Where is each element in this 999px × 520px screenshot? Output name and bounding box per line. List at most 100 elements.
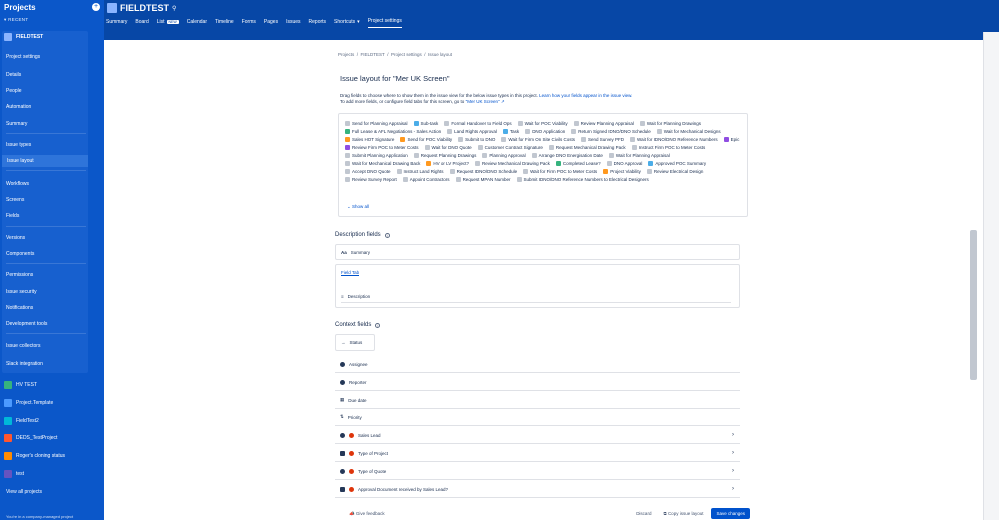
- sidebar-item-permissions[interactable]: Permissions: [6, 272, 33, 278]
- issue-type-item: Return Signed IDNO/DNO Schedule: [571, 127, 651, 135]
- screen-link[interactable]: "Mer UK Screen": [466, 99, 500, 104]
- issue-type-item: Submit IDNO/DNO Reference Numbers to Ele…: [516, 175, 649, 183]
- tab-pages[interactable]: Pages: [264, 18, 278, 28]
- sidebar-header: Projects +: [0, 0, 104, 14]
- page-title: Issue layout for "Mer UK Screen": [340, 74, 450, 83]
- issue-type-icon: [630, 136, 636, 142]
- sidebar-item-project-settings[interactable]: Project settings: [6, 54, 40, 60]
- context-fields-heading: Context fields i: [335, 322, 381, 328]
- sidebar-project-test[interactable]: test: [4, 470, 24, 478]
- button-label: Discard: [636, 511, 652, 516]
- issue-type-item: Submit to DNO: [458, 135, 495, 143]
- sidebar-item-slack-integration[interactable]: Slack integration: [6, 361, 43, 367]
- tab-calendar[interactable]: Calendar: [187, 18, 207, 28]
- arrow-right-icon: →: [341, 340, 346, 345]
- context-row-assignee[interactable]: Assignee: [335, 356, 740, 373]
- field-label: Description: [347, 294, 371, 299]
- context-row-reporter[interactable]: Reporter: [335, 374, 740, 391]
- sidebar-item-development-tools[interactable]: Development tools: [6, 321, 47, 327]
- sidebar-project-template[interactable]: Project.Template: [4, 399, 53, 407]
- sidebar-item-people[interactable]: People: [6, 88, 22, 94]
- current-project[interactable]: FIELDTEST: [4, 33, 43, 41]
- add-project-icon[interactable]: +: [92, 3, 100, 11]
- learn-more-link[interactable]: Learn how your fields appear in the issu…: [539, 93, 632, 98]
- issue-type-icon: [631, 144, 637, 150]
- issue-type-label: Wait for Firm POC to Meter Costs: [530, 168, 598, 174]
- issue-type-item: Instruct Firm POC to Meter Costs: [631, 143, 705, 151]
- tab-board[interactable]: Board: [135, 18, 148, 28]
- sidebar-item-fields[interactable]: Fields: [6, 213, 19, 219]
- sidebar-item-components[interactable]: Components: [6, 251, 34, 257]
- copy-issue-layout-button[interactable]: ⧉ Copy issue layout: [659, 509, 707, 518]
- sidebar-item-summary[interactable]: Summary: [6, 121, 27, 127]
- context-row-type-of-quote[interactable]: Type of Quote ›: [335, 463, 740, 480]
- sidebar-item-screens[interactable]: Screens: [6, 197, 24, 203]
- sidebar-item-issue-collectors[interactable]: Issue collectors: [6, 343, 40, 349]
- issue-type-item: Planning Approval: [482, 151, 526, 159]
- tab-timeline[interactable]: Timeline: [215, 18, 234, 28]
- sidebar-project-rogers[interactable]: Roger's cloning status: [4, 452, 65, 460]
- tab-forms[interactable]: Forms: [242, 18, 256, 28]
- sidebar-item-workflows[interactable]: Workflows: [6, 181, 29, 187]
- tab-list[interactable]: List NEW: [157, 18, 179, 28]
- issue-type-icon: [523, 168, 529, 174]
- sidebar-project-deds[interactable]: DEDS_TestProject: [4, 434, 57, 442]
- page-description: Drag fields to choose where to show them…: [340, 93, 750, 105]
- status-field[interactable]: → Status: [335, 334, 375, 351]
- divider: [6, 333, 86, 334]
- chevron-right-icon[interactable]: ›: [732, 486, 734, 492]
- tab-project-settings[interactable]: Project settings: [367, 18, 402, 28]
- tab-shortcuts[interactable]: Shortcuts ▾: [334, 18, 360, 28]
- issue-type-item: Wait for Planning Appraisal: [608, 151, 670, 159]
- tab-issues[interactable]: Issues: [286, 18, 300, 28]
- sidebar-item-automation[interactable]: Automation: [6, 104, 31, 110]
- description-field[interactable]: ≡ Description: [341, 294, 731, 303]
- context-row-due-date[interactable]: ▦ Due date: [335, 392, 740, 409]
- summary-field[interactable]: Aa Summary: [335, 244, 740, 260]
- tab-reports[interactable]: Reports: [309, 18, 327, 28]
- discard-button[interactable]: Discard: [632, 509, 655, 518]
- breadcrumb-projects[interactable]: Projects: [338, 52, 354, 57]
- view-all-projects-link[interactable]: View all projects: [6, 489, 42, 495]
- issue-type-item: Submit Planning Application: [345, 151, 408, 159]
- sidebar-item-notifications[interactable]: Notifications: [6, 305, 33, 311]
- field-tab[interactable]: Field Tab: [341, 270, 360, 276]
- issue-type-item: Request Mechanical Drawing Pack: [548, 143, 626, 151]
- issue-type-label: Wait for Planning Appraisal: [615, 152, 670, 158]
- sidebar-project-hv-test[interactable]: HV TEST: [4, 381, 37, 389]
- issue-type-label: Sub-task: [420, 120, 439, 126]
- context-row-priority[interactable]: ⇅ Priority: [335, 409, 740, 426]
- issue-type-label: Wait for Mechanical Designs: [663, 128, 721, 134]
- sidebar-item-issue-types[interactable]: Issue types: [6, 142, 31, 148]
- pin-icon[interactable]: ⚲: [172, 5, 176, 12]
- field-label: Sales Lead: [358, 432, 381, 438]
- context-row-sales-lead[interactable]: Sales Lead ›: [335, 427, 740, 444]
- project-name: FIELDTEST: [120, 3, 169, 13]
- info-icon[interactable]: i: [375, 322, 381, 328]
- info-icon[interactable]: i: [384, 232, 390, 238]
- project-label: Roger's cloning status: [16, 453, 66, 459]
- chevron-right-icon[interactable]: ›: [732, 450, 734, 456]
- scrollbar[interactable]: [970, 230, 977, 380]
- issue-type-icon: [345, 136, 350, 142]
- issue-type-label: Full Lease & AFL Negotiations - Sales Ac…: [352, 128, 442, 134]
- breadcrumb-project[interactable]: FIELDTEST: [361, 52, 385, 57]
- context-row-approval-doc[interactable]: Approval Document received by Sales Lead…: [335, 481, 740, 498]
- tab-summary[interactable]: Summary: [106, 18, 127, 28]
- sidebar-item-issue-layout[interactable]: Issue layout: [2, 155, 88, 167]
- chevron-right-icon[interactable]: ›: [732, 468, 734, 474]
- project-avatar-icon: [4, 33, 12, 41]
- chevron-right-icon[interactable]: ›: [732, 432, 734, 438]
- issue-type-icon: [477, 144, 483, 150]
- sidebar-item-issue-security[interactable]: Issue security: [6, 289, 37, 295]
- sidebar-project-fieldtest2[interactable]: FieldTest2: [4, 417, 39, 425]
- sidebar-item-versions[interactable]: Versions: [6, 235, 25, 241]
- context-row-type-of-project[interactable]: Type of Project ›: [335, 445, 740, 462]
- issue-type-label: Wait for Planning Drawings: [646, 120, 702, 126]
- breadcrumb-settings[interactable]: Project settings: [391, 52, 422, 57]
- company-managed-note: You're in a company-managed project: [6, 514, 74, 519]
- save-changes-button[interactable]: Save changes: [711, 508, 750, 519]
- give-feedback-button[interactable]: 📣 Give feedback: [345, 509, 389, 519]
- sidebar-item-details[interactable]: Details: [6, 72, 21, 78]
- show-all-link[interactable]: ⌄ Show all: [347, 204, 369, 210]
